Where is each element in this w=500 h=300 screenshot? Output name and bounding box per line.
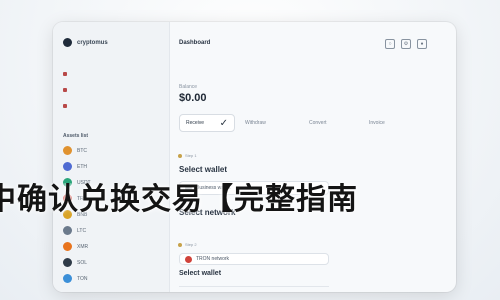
network-select-value: TRON network bbox=[196, 256, 230, 262]
sidebar: cryptomus Assets list BTC ETH USDT TRX BNB LT… bbox=[53, 22, 170, 292]
user-icon[interactable]: ● bbox=[417, 39, 427, 49]
asset-row[interactable]: TON bbox=[63, 274, 87, 283]
overlay-caption-text: 中确认兑换交易【完整指南 bbox=[0, 183, 358, 217]
page-title: Dashboard bbox=[179, 40, 211, 46]
asset-symbol: ETH bbox=[77, 163, 87, 170]
balance-label: Balance bbox=[179, 84, 198, 90]
nav-dot-icon bbox=[63, 87, 67, 92]
convert-button[interactable]: Convert bbox=[303, 114, 353, 132]
sidebar-nav-item[interactable] bbox=[63, 70, 71, 77]
asset-symbol: SOL bbox=[77, 259, 88, 266]
app-window: cryptomus Assets list BTC ETH USDT TRX BNB LT… bbox=[53, 22, 456, 292]
network-select[interactable]: TRON network bbox=[179, 253, 329, 265]
asset-row[interactable]: XMR bbox=[63, 242, 88, 251]
assets-heading: Assets list bbox=[63, 133, 89, 139]
overlay-caption: 中确认兑换交易【完整指南 bbox=[0, 183, 500, 217]
checkmark-icon: ✓ bbox=[219, 117, 228, 129]
nav-dot-icon bbox=[63, 71, 67, 76]
network-icon bbox=[185, 255, 192, 263]
coin-icon bbox=[63, 242, 72, 251]
asset-symbol: LTC bbox=[77, 227, 87, 234]
bell-icon[interactable]: ○ bbox=[385, 39, 395, 49]
logo-icon bbox=[63, 38, 72, 47]
settings-icon[interactable]: ⚙ bbox=[401, 39, 411, 49]
coin-icon bbox=[63, 162, 72, 171]
select-wallet-bottom-title: Select wallet bbox=[179, 270, 222, 277]
asset-row[interactable]: SOL bbox=[63, 258, 87, 267]
receive-label: Receive bbox=[186, 120, 205, 126]
invoice-button[interactable]: Invoice bbox=[363, 114, 413, 132]
brand-name: cryptomus bbox=[77, 39, 108, 46]
divider bbox=[179, 286, 329, 287]
convert-label: Convert bbox=[309, 120, 327, 126]
withdraw-button[interactable]: Withdraw bbox=[239, 114, 289, 132]
asset-symbol: BTC bbox=[77, 147, 87, 154]
step-marker-icon bbox=[178, 154, 182, 158]
receive-button[interactable]: Receive ✓ bbox=[179, 114, 235, 132]
nav-dot-icon bbox=[63, 103, 67, 108]
invoice-label: Invoice bbox=[369, 120, 385, 126]
sidebar-nav-item[interactable] bbox=[63, 102, 71, 109]
background: cryptomus Assets list BTC ETH USDT TRX BNB LT… bbox=[0, 0, 500, 300]
coin-icon bbox=[63, 226, 72, 235]
step-hint: Step 2 bbox=[185, 242, 197, 247]
asset-symbol: XMR bbox=[77, 243, 89, 250]
select-wallet-title: Select wallet bbox=[179, 165, 228, 174]
step-marker-icon bbox=[178, 243, 182, 247]
header-icons: ○ ⚙ ● bbox=[385, 39, 427, 49]
brand[interactable]: cryptomus bbox=[63, 38, 108, 47]
coin-icon bbox=[63, 274, 72, 283]
balance-value: $0.00 bbox=[179, 92, 207, 104]
asset-row[interactable]: ETH bbox=[63, 162, 87, 171]
asset-symbol: TON bbox=[77, 275, 88, 282]
main-panel: Dashboard ○ ⚙ ● Balance $0.00 Receive ✓ … bbox=[175, 22, 456, 292]
withdraw-label: Withdraw bbox=[245, 120, 266, 126]
coin-icon bbox=[63, 258, 72, 267]
asset-row[interactable]: LTC bbox=[63, 226, 86, 235]
asset-row[interactable]: BTC bbox=[63, 146, 87, 155]
sidebar-nav-item[interactable] bbox=[63, 86, 71, 93]
coin-icon bbox=[63, 146, 72, 155]
step-hint: Step 1 bbox=[185, 153, 197, 158]
